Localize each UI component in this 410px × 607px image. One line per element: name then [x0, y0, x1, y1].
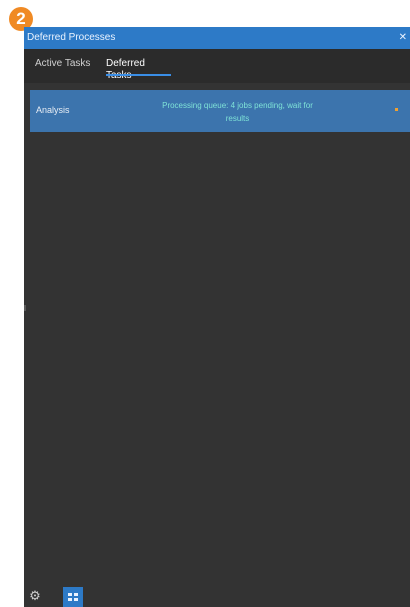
gear-icon[interactable]: ⚙	[27, 588, 43, 604]
grid-view-button[interactable]	[63, 587, 83, 607]
pin-icon[interactable]: ✕	[399, 27, 407, 49]
tab-strip: Active Tasks Deferred Tasks	[24, 49, 410, 83]
resize-grip[interactable]	[24, 305, 26, 311]
description-line-2: results	[225, 114, 250, 123]
tab-deferred-tasks[interactable]: Deferred Tasks	[106, 58, 171, 81]
grid-icon	[68, 593, 78, 601]
description-line-1: Processing queue: 4 jobs pending, wait f…	[162, 101, 313, 110]
status-marker	[395, 108, 398, 111]
deferred-processes-panel: Deferred Processes ✕ Active Tasks Deferr…	[24, 27, 410, 607]
list-item-name: Analysis	[36, 105, 70, 115]
panel-title-bar[interactable]: Deferred Processes ✕	[24, 27, 410, 49]
bottom-toolbar: ⚙	[24, 585, 410, 607]
panel-title: Deferred Processes	[27, 32, 116, 43]
tab-active-tasks[interactable]: Active Tasks	[35, 58, 95, 76]
list-item-description: Processing queue: 4 jobs pending, wait f…	[150, 99, 325, 125]
list-item[interactable]: Analysis Processing queue: 4 jobs pendin…	[30, 90, 410, 132]
